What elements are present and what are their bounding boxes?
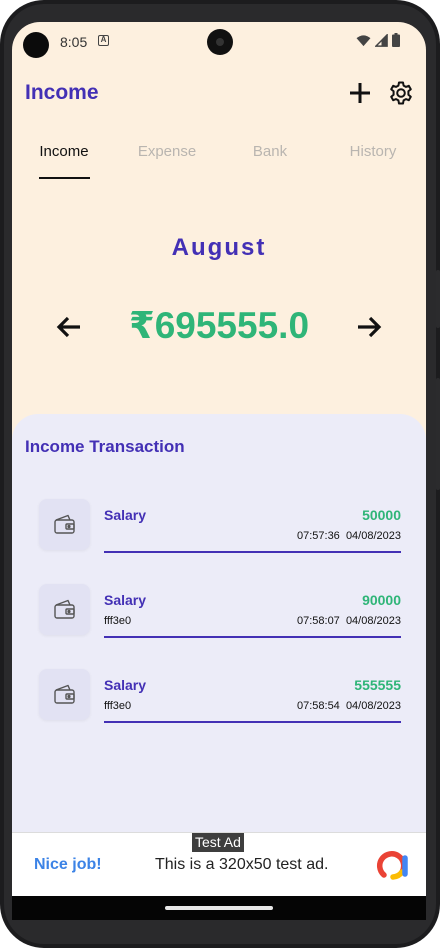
signal-icon (375, 33, 388, 47)
status-icons (356, 33, 400, 47)
tab-expense[interactable]: Expense (115, 138, 219, 180)
tab-bar: Income Expense Bank History (12, 138, 426, 180)
transaction-note: fff3e0 (104, 700, 132, 712)
app-screen: 8:05 A Income Income Expense Bank Histor… (12, 22, 426, 920)
transaction-time: 07:58:07 (296, 615, 340, 627)
settings-button[interactable] (388, 80, 414, 106)
ad-headline[interactable]: Nice job! (34, 856, 102, 874)
transactions-title: Income Transaction (25, 437, 185, 456)
transaction-date: 04/08/2023 (345, 615, 401, 627)
row-divider (104, 721, 401, 723)
tab-bank[interactable]: Bank (218, 138, 322, 180)
tab-income[interactable]: Income (12, 138, 116, 180)
battery-icon (392, 33, 400, 47)
transaction-icon (39, 584, 90, 635)
transaction-date: 04/08/2023 (345, 530, 401, 542)
transaction-row[interactable]: Salary 90000 fff3e0 07:58:07 04/08/2023 (39, 584, 401, 659)
transaction-icon (39, 499, 90, 550)
transaction-icon (39, 669, 90, 720)
transaction-amount: 555555 (354, 677, 401, 693)
arrow-right-icon (358, 316, 382, 338)
row-divider (104, 636, 401, 638)
transaction-note: fff3e0 (104, 615, 132, 627)
phone-frame: 8:05 A Income Income Expense Bank Histor… (0, 0, 440, 948)
admob-logo-icon[interactable] (376, 848, 410, 882)
front-sensor (23, 32, 49, 58)
a-icon: A (98, 35, 109, 46)
monthly-total: ₹695555.0 (128, 305, 310, 346)
test-ad-badge: Test Ad (192, 833, 244, 852)
add-button[interactable] (347, 80, 373, 106)
transaction-label: Salary (104, 677, 147, 693)
tab-history[interactable]: History (321, 138, 425, 180)
transaction-date: 04/08/2023 (345, 700, 401, 712)
power-button (436, 270, 440, 328)
tab-indicator (39, 177, 90, 179)
transaction-datetime: 07:58:54 04/08/2023 (297, 700, 401, 712)
transaction-datetime: 07:58:07 04/08/2023 (297, 615, 401, 627)
transaction-amount: 90000 (362, 592, 401, 608)
month-label: August (171, 234, 267, 261)
wallet-icon (54, 514, 75, 534)
transaction-label: Salary (104, 507, 147, 523)
transaction-row[interactable]: Salary 50000 07:57:36 04/08/2023 (39, 499, 401, 574)
transaction-amount: 50000 (362, 507, 401, 523)
page-title: Income (25, 81, 99, 104)
status-time: 8:05 (60, 34, 88, 50)
navigation-bar (12, 896, 426, 920)
home-indicator[interactable] (165, 906, 273, 910)
wallet-icon (54, 684, 75, 704)
next-month-button[interactable] (354, 312, 384, 342)
plus-icon (350, 83, 370, 103)
wifi-icon (356, 34, 371, 46)
wallet-icon (54, 599, 75, 619)
status-bar: 8:05 A (12, 22, 426, 62)
transactions-panel: Income Transaction Salary 50000 07:57:36… (12, 414, 426, 832)
transaction-time: 07:58:54 (296, 700, 340, 712)
transaction-label: Salary (104, 592, 147, 608)
transaction-time: 07:57:36 (296, 530, 340, 542)
row-divider (104, 551, 401, 553)
transaction-row[interactable]: Salary 555555 fff3e0 07:58:54 04/08/2023 (39, 669, 401, 744)
transaction-datetime: 07:57:36 04/08/2023 (297, 530, 401, 542)
ad-body: This is a 320x50 test ad. (155, 856, 329, 873)
ad-banner[interactable]: Test Ad Nice job! This is a 320x50 test … (12, 832, 426, 896)
volume-button (436, 378, 440, 490)
gear-icon (390, 81, 412, 105)
front-camera (207, 29, 233, 55)
